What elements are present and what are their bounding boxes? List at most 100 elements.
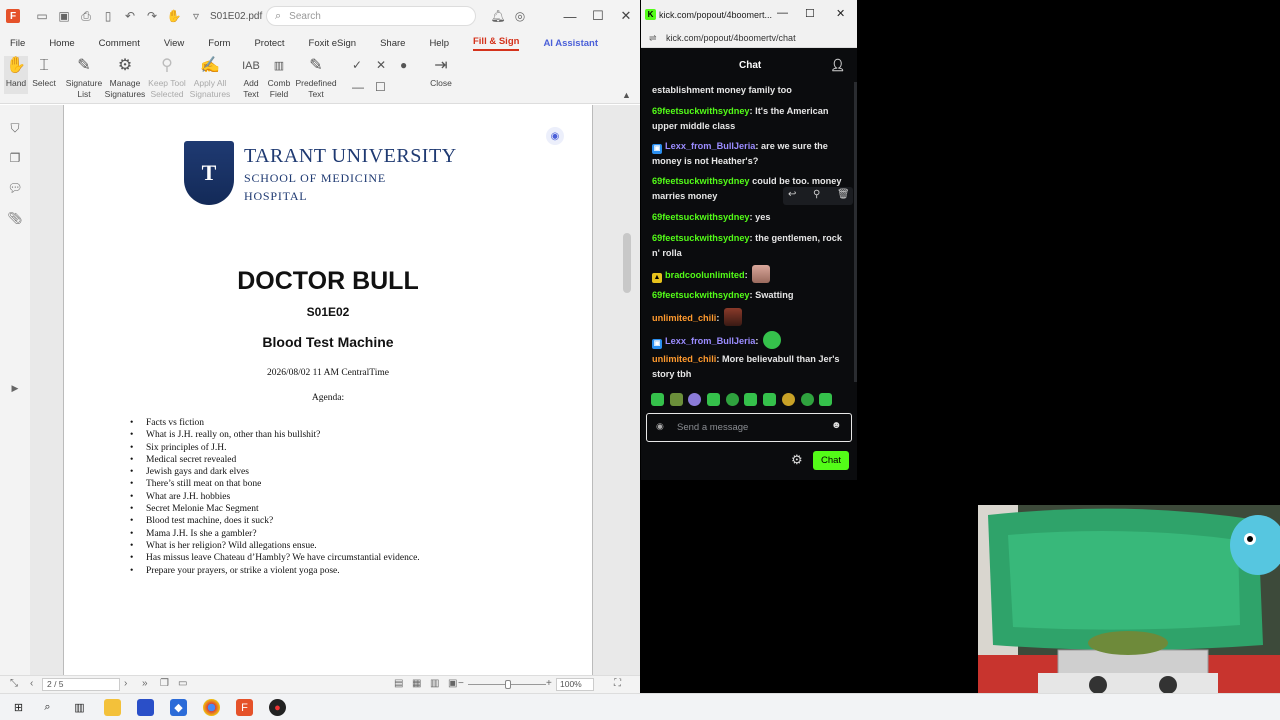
maximize-icon[interactable]: ☐ (588, 6, 608, 26)
maximize-icon[interactable]: ☐ (805, 7, 815, 20)
vertical-scrollbar[interactable] (622, 105, 632, 675)
open-folder-icon[interactable]: ▭ (32, 6, 52, 26)
continuous-icon[interactable]: ▦ (412, 678, 421, 689)
bell-icon[interactable]: 🔔︎ (488, 6, 508, 26)
expand-panel-icon[interactable]: ▶ (8, 381, 22, 395)
rectangle-icon[interactable]: ☐ (375, 80, 386, 94)
menu-form[interactable]: Form (208, 38, 230, 49)
line-icon[interactable]: — (352, 80, 364, 94)
minimize-icon[interactable]: — (560, 6, 580, 26)
hand-tool-button[interactable]: ✋ Hand (4, 56, 28, 94)
menu-view[interactable]: View (164, 38, 184, 49)
username[interactable]: Lexx_from_BullJeria (665, 141, 755, 151)
menu-foxit-esign[interactable]: Foxit eSign (309, 38, 357, 49)
username[interactable]: 69feetsuckwithsydney (652, 212, 750, 222)
username[interactable]: bradcoolunlimited (665, 270, 745, 280)
menu-protect[interactable]: Protect (254, 38, 284, 49)
page-view-icon[interactable]: ❐ (160, 678, 169, 689)
comments-icon[interactable]: 💬︎ (7, 181, 22, 195)
fullscreen-icon[interactable]: ⛶ (614, 678, 621, 689)
emote-icon[interactable] (782, 393, 795, 406)
zoom-out-icon[interactable]: − (458, 678, 464, 689)
site-settings-icon[interactable]: ⇌ (649, 33, 657, 44)
apply-all-signatures-button[interactable]: ✍ Apply All Signatures (189, 56, 231, 100)
emoji-picker-icon[interactable]: ☻ (831, 420, 842, 431)
record-icon[interactable]: ◉ (656, 421, 664, 432)
chrome-icon[interactable] (203, 699, 220, 716)
zoom-field[interactable]: 100% (556, 678, 594, 691)
ai-assistant-floating-icon[interactable]: ◉ (546, 127, 564, 145)
undo-icon[interactable]: ↶ (120, 6, 140, 26)
app-icon[interactable] (137, 699, 154, 716)
attachment-icon[interactable]: 📎︎ (7, 211, 22, 225)
hand-tool-icon[interactable]: ✋ (164, 6, 184, 26)
message-input[interactable] (677, 419, 827, 435)
single-page-icon[interactable]: ▤ (394, 678, 403, 689)
close-fill-sign-button[interactable]: ⇥ Close (428, 56, 454, 89)
username[interactable]: unlimited_chili (652, 354, 716, 364)
comb-field-button[interactable]: ▥ Comb Field (266, 56, 292, 100)
emote-icon[interactable] (670, 393, 683, 406)
username[interactable]: 69feetsuckwithsydney (652, 176, 750, 186)
users-icon[interactable]: 👤︎ (830, 58, 845, 72)
last-page-icon[interactable]: » (142, 678, 148, 689)
filter-icon[interactable]: ▿ (186, 6, 206, 26)
task-view-icon[interactable]: ▥ (71, 699, 88, 716)
chat-address-bar[interactable]: ⇌ kick.com/popout/4boomertv/chat (641, 30, 857, 48)
menu-comment[interactable]: Comment (99, 38, 140, 49)
new-doc-icon[interactable]: ▯ (98, 6, 118, 26)
emote-icon[interactable] (744, 393, 757, 406)
close-window-icon[interactable]: ✕ (616, 6, 636, 26)
pages-icon[interactable]: ❐ (8, 151, 22, 165)
cross-mark-icon[interactable]: ✕ (376, 58, 386, 72)
emote-icon[interactable] (726, 393, 739, 406)
menu-fill-sign[interactable]: Fill & Sign (472, 36, 520, 51)
username[interactable]: unlimited_chili (652, 313, 716, 323)
print-icon[interactable]: ⎙ (76, 6, 96, 26)
emote-icon[interactable] (801, 393, 814, 406)
account-icon[interactable]: ◎ (510, 6, 530, 26)
menu-ai-assistant[interactable]: AI Assistant (543, 38, 598, 49)
signature-list-button[interactable]: ✎ Signature List (64, 56, 104, 100)
app-icon[interactable]: ◆ (170, 699, 187, 716)
settings-gear-icon[interactable]: ⚙ (791, 452, 803, 468)
username[interactable]: 69feetsuckwithsydney (652, 106, 750, 116)
obs-icon[interactable]: ● (269, 699, 286, 716)
menu-home[interactable]: Home (49, 38, 74, 49)
collapse-ribbon-icon[interactable]: ▲ (622, 90, 631, 100)
menu-help[interactable]: Help (429, 38, 449, 49)
next-page-icon[interactable]: › (124, 678, 127, 689)
minimize-icon[interactable]: — (777, 7, 788, 19)
send-chat-button[interactable]: Chat (813, 451, 849, 470)
checkmark-icon[interactable]: ✓ (352, 58, 362, 72)
username[interactable]: 69feetsuckwithsydney (652, 233, 750, 243)
pin-icon[interactable]: ⚲ (813, 189, 820, 200)
facing-icon[interactable]: ▥ (430, 678, 439, 689)
rotate-icon[interactable]: ▭ (178, 678, 187, 689)
zoom-slider-thumb[interactable] (505, 680, 511, 689)
search-icon[interactable]: ⌕ (39, 699, 56, 716)
page-number-field[interactable]: 2 / 5 (42, 678, 120, 691)
emote-icon[interactable] (819, 393, 832, 406)
emote-icon[interactable] (651, 393, 664, 406)
keep-tool-selected-button[interactable]: ⚲ Keep Tool Selected (147, 56, 187, 100)
scrollbar-thumb[interactable] (623, 233, 631, 293)
bookmark-icon[interactable]: ⛉ (8, 121, 22, 135)
delete-icon[interactable]: 🗑︎ (837, 189, 850, 200)
username[interactable]: 69feetsuckwithsydney (652, 290, 750, 300)
foxit-taskbar-icon[interactable]: F (236, 699, 253, 716)
save-icon[interactable]: ▣ (54, 6, 74, 26)
cover-icon[interactable]: ▣ (448, 678, 457, 689)
emote-icon[interactable] (763, 393, 776, 406)
chat-input-box[interactable]: ◉ ☻ (646, 413, 852, 442)
fit-icon[interactable]: ⤡ (10, 678, 18, 689)
close-window-icon[interactable]: ✕ (836, 7, 845, 20)
emote-icon[interactable] (707, 393, 720, 406)
username[interactable]: Lexx_from_BullJeria (665, 336, 755, 346)
dot-icon[interactable]: ● (400, 58, 407, 72)
start-menu-icon[interactable]: ⊞ (10, 699, 27, 716)
emote-icon[interactable] (688, 393, 701, 406)
prev-page-icon[interactable]: ‹ (30, 678, 33, 689)
predefined-text-button[interactable]: ✎ Predefined Text (294, 56, 338, 100)
reply-icon[interactable]: ↩ (788, 189, 796, 200)
